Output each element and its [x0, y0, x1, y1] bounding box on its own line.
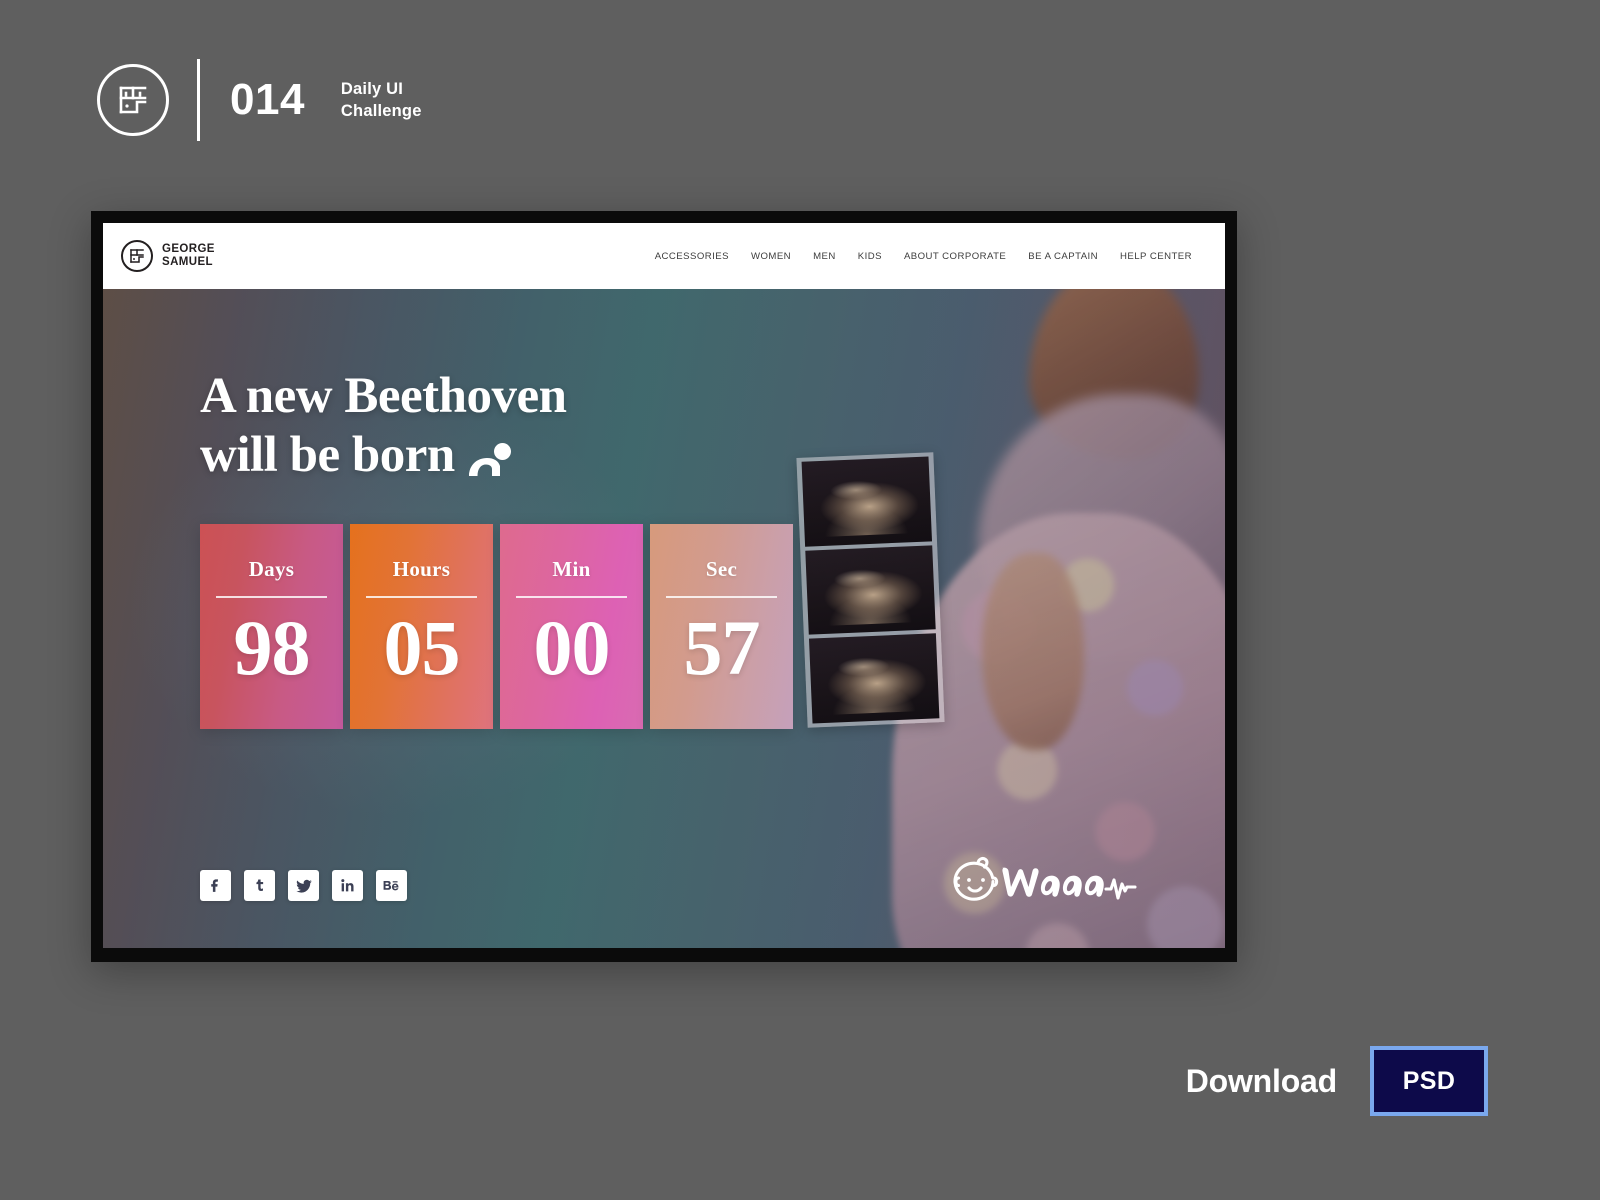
twitter-old-icon[interactable]	[244, 870, 275, 901]
site-logo-line1: GEORGE	[162, 243, 215, 256]
countdown-label: Hours	[392, 557, 451, 582]
waaaa-brand-logo	[952, 854, 1140, 906]
psd-download-button[interactable]: PSD	[1370, 1046, 1488, 1116]
download-section: Download PSD	[1186, 1046, 1488, 1116]
waaaa-wordmark	[1002, 867, 1104, 897]
nav-item-about-corporate[interactable]: ABOUT CORPORATE	[893, 247, 1017, 266]
challenge-title-line2: Challenge	[340, 102, 422, 120]
nav-item-kids[interactable]: KIDS	[847, 247, 893, 266]
hero-headline-line1: A new Beethoven	[200, 368, 567, 424]
nav-item-help-center[interactable]: HELP CENTER	[1109, 247, 1203, 266]
facebook-icon[interactable]	[200, 870, 231, 901]
challenge-title-line1: Daily UI	[340, 79, 404, 98]
site-logo[interactable]: GEORGE SAMUEL	[121, 240, 215, 272]
countdown-label: Min	[552, 557, 591, 582]
george-samuel-monogram-icon	[97, 64, 169, 136]
hero-headline-line2: will be born	[200, 427, 455, 484]
branding-bar: 014 Daily UI Challenge	[97, 59, 422, 141]
baby-face-icon	[953, 856, 999, 901]
behance-icon[interactable]	[376, 870, 407, 901]
countdown-value: 98	[233, 603, 311, 691]
branding-divider	[197, 59, 200, 141]
nav-item-be-a-captain[interactable]: BE A CAPTAIN	[1017, 247, 1109, 266]
nav-item-accessories[interactable]: ACCESSORIES	[644, 247, 740, 266]
countdown-unit-hours: Hours 05	[350, 524, 493, 730]
twitter-bird-icon[interactable]	[288, 870, 319, 901]
countdown-value: 00	[533, 603, 611, 691]
linkedin-icon[interactable]	[332, 870, 363, 901]
site-logo-line2: SAMUEL	[162, 256, 213, 268]
social-links	[200, 870, 407, 901]
nav-item-men[interactable]: MEN	[802, 247, 847, 266]
countdown-value: 05	[383, 603, 461, 691]
countdown-divider	[515, 596, 628, 598]
site-header: GEORGE SAMUEL ACCESSORIES WOMEN MEN KIDS…	[103, 223, 1225, 289]
website-canvas: GEORGE SAMUEL ACCESSORIES WOMEN MEN KIDS…	[103, 223, 1225, 948]
hero-headline: A new Beethoven will be born	[200, 367, 760, 491]
countdown-label: Days	[248, 557, 295, 582]
primary-navigation: ACCESSORIES WOMEN MEN KIDS ABOUT CORPORA…	[644, 247, 1203, 266]
countdown-unit-seconds: Sec 57	[650, 524, 793, 730]
countdown-unit-minutes: Min 00	[500, 524, 643, 730]
countdown-divider	[665, 596, 778, 598]
download-label: Download	[1185, 1062, 1337, 1099]
countdown-divider	[365, 596, 478, 598]
psd-badge-label: PSD	[1402, 1066, 1456, 1095]
hero-content: A new Beethoven will be born Days 98 Hou…	[103, 289, 1225, 948]
nav-item-women[interactable]: WOMEN	[740, 247, 802, 266]
hero-section: A new Beethoven will be born Days 98 Hou…	[103, 289, 1225, 948]
browser-mockup-frame: GEORGE SAMUEL ACCESSORIES WOMEN MEN KIDS…	[91, 211, 1237, 962]
george-samuel-monogram-icon	[121, 240, 153, 272]
crawling-baby-icon	[467, 432, 513, 491]
challenge-title: Daily UI Challenge	[341, 78, 422, 123]
countdown-value: 57	[683, 603, 761, 691]
challenge-number: 014	[230, 75, 305, 124]
countdown-timer: Days 98 Hours 05 Min 00 Sec 57	[200, 524, 1225, 730]
heartbeat-icon	[1104, 878, 1137, 900]
site-logo-text: GEORGE SAMUEL	[162, 243, 215, 269]
countdown-divider	[215, 596, 328, 598]
countdown-label: Sec	[705, 557, 738, 582]
countdown-unit-days: Days 98	[200, 524, 343, 730]
